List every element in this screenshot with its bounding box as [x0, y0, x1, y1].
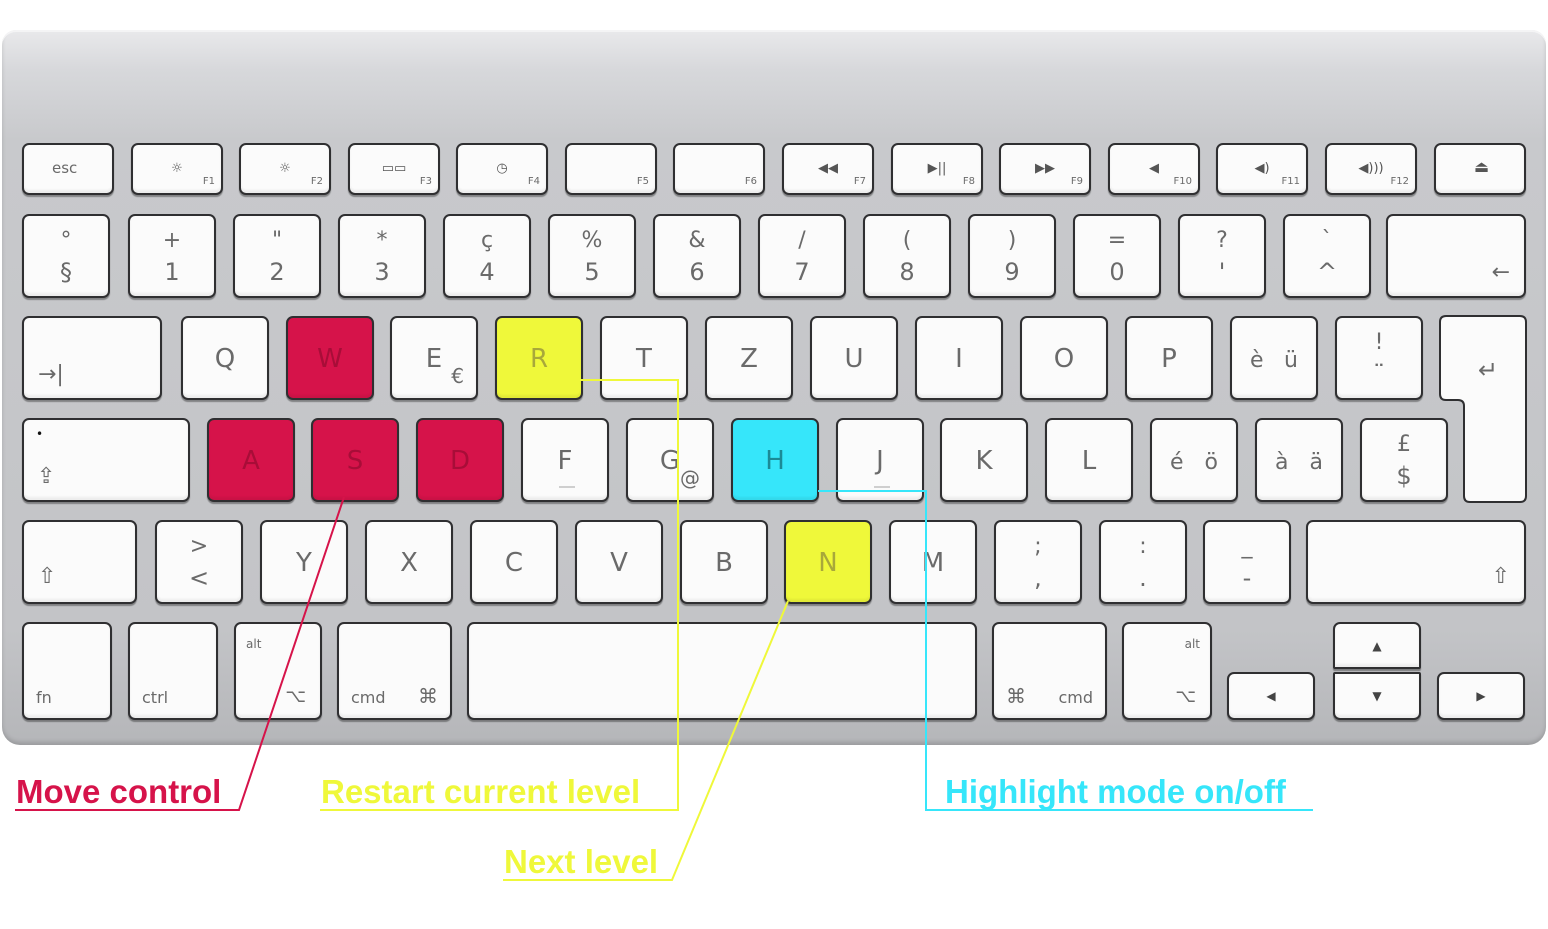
restart-level-label: Restart current level [321, 773, 641, 810]
highlight-mode-line [818, 490, 1313, 811]
restart-level-line [320, 379, 679, 811]
next-level-line [503, 600, 789, 881]
callout-lines [15, 379, 1313, 881]
move-control-line [15, 496, 345, 811]
move-control-label: Move control [16, 773, 222, 810]
highlight-mode-label: Highlight mode on/off [945, 773, 1286, 810]
next-level-label: Next level [504, 843, 659, 880]
